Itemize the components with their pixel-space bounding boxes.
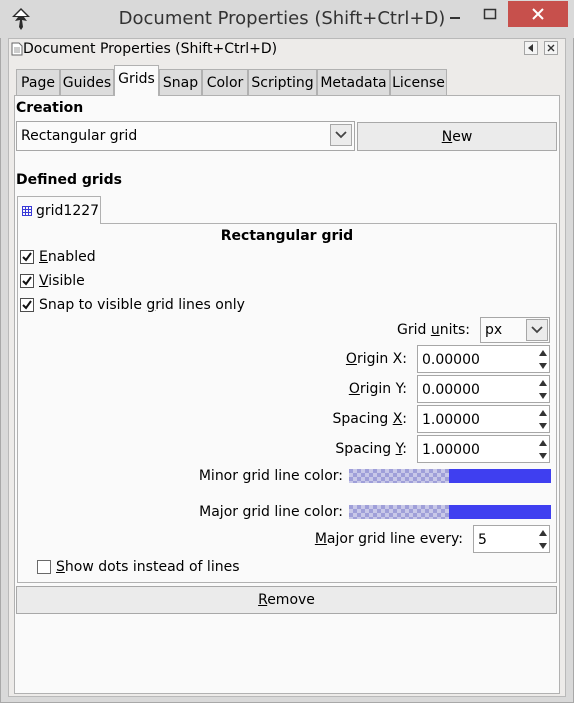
spacing-y-value: 1.00000 xyxy=(422,442,480,458)
show-dots-checkbox[interactable] xyxy=(37,560,51,574)
arrow-down-icon[interactable] xyxy=(539,542,547,549)
spacing-y-label: Spacing Y: xyxy=(335,441,407,457)
spacing-y-spinbox[interactable]: 1.00000 xyxy=(417,435,550,463)
major-color-alpha-preview xyxy=(349,505,449,519)
dock-title: Document Properties (Shift+Ctrl+D) xyxy=(23,41,278,57)
tab-scripting[interactable]: Scripting xyxy=(248,69,317,95)
minor-color-preview xyxy=(449,469,551,483)
spacing-x-stepper[interactable] xyxy=(537,406,549,432)
origin-y-label: Origin Y: xyxy=(348,381,407,397)
origin-y-value: 0.00000 xyxy=(422,382,480,398)
grid-tab-label: grid1227 xyxy=(36,203,100,219)
major-color-preview xyxy=(449,505,551,519)
origin-x-spinbox[interactable]: 0.00000 xyxy=(417,345,550,373)
major-grid-every-label: Major grid line every: xyxy=(314,531,463,547)
maximize-icon xyxy=(483,8,497,20)
close-icon xyxy=(547,44,555,52)
spacing-x-spinbox[interactable]: 1.00000 xyxy=(417,405,550,433)
arrow-left-icon xyxy=(528,44,533,52)
grid-units-label: Grid units: xyxy=(397,322,470,338)
arrow-up-icon[interactable] xyxy=(539,379,547,386)
dock-iconify-button[interactable] xyxy=(524,41,538,55)
minor-grid-color-label: Minor grid line color: xyxy=(198,468,343,484)
tab-metadata[interactable]: Metadata xyxy=(317,69,390,95)
minimize-icon xyxy=(450,17,460,19)
snap-visible-lines-checkbox[interactable] xyxy=(20,298,34,312)
arrow-up-icon[interactable] xyxy=(539,409,547,416)
minor-grid-color-button[interactable] xyxy=(349,469,551,483)
new-grid-button[interactable]: New xyxy=(357,122,557,151)
origin-y-stepper[interactable] xyxy=(537,376,549,402)
spacing-y-stepper[interactable] xyxy=(537,436,549,462)
arrow-up-icon[interactable] xyxy=(539,529,547,536)
maximize-button[interactable] xyxy=(473,1,507,27)
origin-x-stepper[interactable] xyxy=(537,346,549,372)
snap-visible-lines-label: Snap to visible grid lines only xyxy=(39,297,245,313)
close-icon xyxy=(532,8,544,20)
grid-type-title: Rectangular grid xyxy=(220,228,354,244)
document-icon xyxy=(11,42,23,56)
tab-license[interactable]: License xyxy=(390,69,447,95)
arrow-down-icon[interactable] xyxy=(539,452,547,459)
tab-grid1227[interactable]: grid1227 xyxy=(17,196,101,224)
arrow-down-icon[interactable] xyxy=(539,362,547,369)
show-dots-label: Show dots instead of lines xyxy=(56,559,240,575)
chevron-down-icon xyxy=(531,326,543,334)
major-grid-every-spinbox[interactable]: 5 xyxy=(473,525,550,553)
chevron-down-icon xyxy=(335,131,347,139)
tab-color[interactable]: Color xyxy=(202,69,248,95)
new-label-rest: ew xyxy=(452,129,473,145)
arrow-down-icon[interactable] xyxy=(539,392,547,399)
enabled-label: Enabled xyxy=(39,249,96,265)
origin-x-value: 0.00000 xyxy=(422,352,480,368)
major-grid-color-button[interactable] xyxy=(349,505,551,519)
checkmark-icon xyxy=(22,276,32,286)
major-grid-every-stepper[interactable] xyxy=(537,526,549,552)
grid-units-value: px xyxy=(485,322,503,338)
tab-guides[interactable]: Guides xyxy=(60,69,114,95)
spacing-x-label: Spacing X: xyxy=(332,411,407,427)
close-button[interactable] xyxy=(508,1,568,27)
enabled-checkbox[interactable] xyxy=(20,250,34,264)
major-grid-color-label: Major grid line color: xyxy=(199,504,343,520)
minimize-button[interactable] xyxy=(438,1,472,27)
remove-grid-button[interactable]: Remove xyxy=(16,586,557,614)
arrow-down-icon[interactable] xyxy=(539,422,547,429)
arrow-up-icon[interactable] xyxy=(539,439,547,446)
origin-y-spinbox[interactable]: 0.00000 xyxy=(417,375,550,403)
creation-heading: Creation xyxy=(16,100,84,116)
visible-label: Visible xyxy=(39,273,85,289)
minor-color-alpha-preview xyxy=(349,469,449,483)
spacing-x-value: 1.00000 xyxy=(422,412,480,428)
tab-page[interactable]: Page xyxy=(16,69,60,95)
major-grid-every-value: 5 xyxy=(478,532,487,548)
checkmark-icon xyxy=(22,252,32,262)
tab-snap[interactable]: Snap xyxy=(159,69,202,95)
grid-type-value: Rectangular grid xyxy=(21,128,138,144)
grid-type-dropdown-button[interactable] xyxy=(330,124,352,146)
defined-grids-heading: Defined grids xyxy=(16,172,122,188)
grid-units-combo[interactable]: px xyxy=(480,317,550,343)
grid-type-combo[interactable]: Rectangular grid xyxy=(16,121,355,151)
tab-grids[interactable]: Grids xyxy=(114,65,159,96)
arrow-up-icon[interactable] xyxy=(539,349,547,356)
dock-close-button[interactable] xyxy=(544,41,558,55)
origin-x-label: Origin X: xyxy=(345,351,407,367)
new-mnemonic: N xyxy=(441,129,453,145)
grid-icon xyxy=(22,206,32,216)
grid-units-dropdown-button[interactable] xyxy=(526,319,548,341)
checkmark-icon xyxy=(22,300,32,310)
visible-checkbox[interactable] xyxy=(20,274,34,288)
